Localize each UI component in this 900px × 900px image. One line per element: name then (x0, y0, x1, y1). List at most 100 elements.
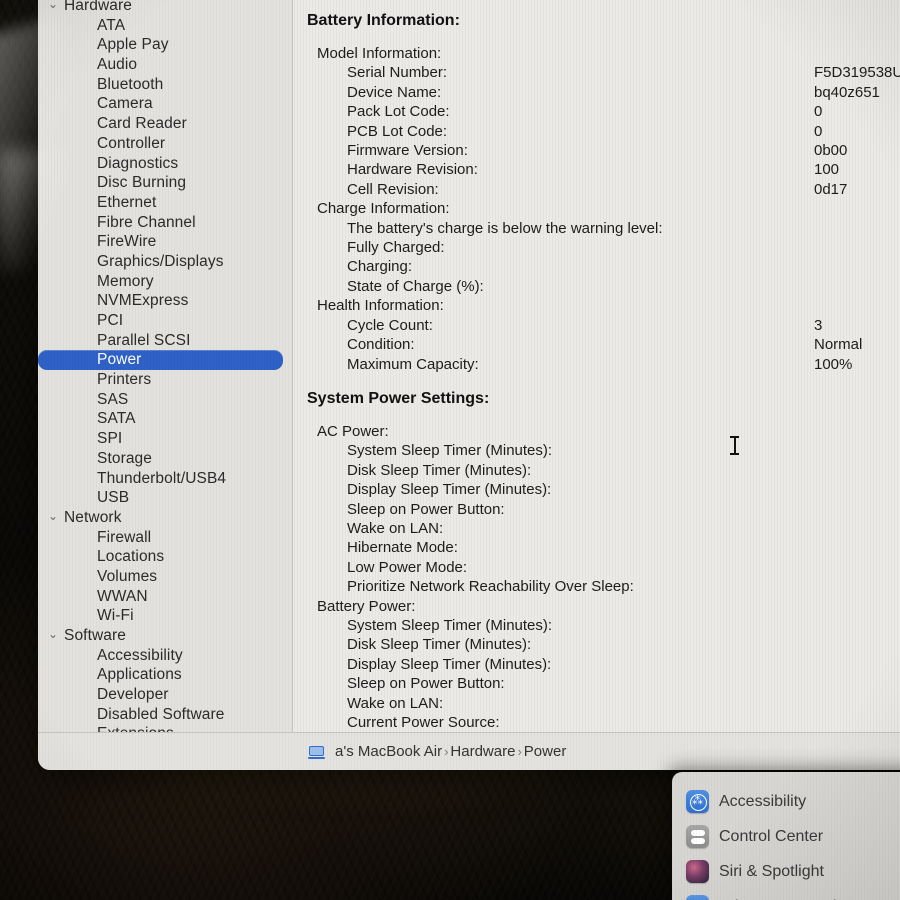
settings-item-label: Siri & Spotlight (719, 862, 824, 880)
info-value: 0b00 (814, 142, 848, 160)
sidebar-item-firewall[interactable]: Firewall (38, 528, 293, 548)
info-key: Sleep on Power Button: (347, 500, 505, 518)
info-row: Serial Number: F5D319538UT1LPF62 (317, 63, 900, 82)
sidebar-item-memory[interactable]: Memory (38, 272, 293, 292)
sidebar-item-printers[interactable]: Printers (38, 370, 293, 390)
sidebar-item-developer[interactable]: Developer (38, 685, 293, 705)
sidebar-item-power[interactable]: Power (38, 350, 283, 371)
chevron-down-icon[interactable]: ⌄ (48, 625, 64, 645)
sidebar-item-disabled-software[interactable]: Disabled Software (38, 705, 293, 725)
sidebar-item-applications[interactable]: Applications (38, 665, 293, 685)
sidebar-item-volumes[interactable]: Volumes (38, 567, 293, 587)
sidebar-item-pci[interactable]: PCI (38, 311, 293, 331)
info-key: Display Sleep Timer (Minutes): (347, 655, 552, 673)
breadcrumb-separator: › (517, 744, 522, 759)
info-row: Display Sleep Timer (Minutes):10 (317, 480, 900, 499)
sidebar-item-hardware[interactable]: ⌄ Hardware (38, 0, 293, 16)
sidebar-item-disc-burning[interactable]: Disc Burning (38, 173, 293, 193)
info-key: Current Power Source: (347, 714, 500, 731)
info-value: 100 (814, 161, 840, 179)
sidebar-item-label: Controller (97, 134, 166, 152)
sidebar-item-locations[interactable]: Locations (38, 547, 293, 567)
sidebar-item-software[interactable]: ⌄ Software (38, 626, 293, 646)
sidebar-item-label: Extensions (48, 724, 174, 732)
sidebar-item-label: Card Reader (97, 115, 187, 133)
info-group-heading: Model Information: (317, 45, 442, 62)
breadcrumb-item[interactable]: a's MacBook Air (335, 743, 442, 760)
sidebar-item-accessibility[interactable]: Accessibility (38, 646, 293, 666)
sidebar-item-bluetooth[interactable]: Bluetooth (38, 75, 293, 95)
settings-item-privacy-security[interactable]: Privacy & Security (686, 889, 900, 900)
sidebar-item-label: Camera (97, 95, 153, 113)
system-information-window: ⌄ Hardware ATA Apple Pay Audio Bluetooth Camer… (38, 0, 900, 770)
sidebar-item-controller[interactable]: Controller (38, 134, 293, 154)
sidebar-item-thunderbolt-usb4[interactable]: Thunderbolt/USB4 (38, 469, 293, 489)
info-row: Sleep on Power Button:Yes (317, 500, 900, 519)
sidebar-item-camera[interactable]: Camera (38, 94, 293, 114)
sidebar-item-nvmexpress[interactable]: NVMExpress (38, 291, 293, 311)
info-group: Charge Information: The battery's charge … (293, 199, 900, 296)
info-key: Prioritize Network Reachability Over Sle… (347, 578, 634, 596)
sidebar-item-wi-fi[interactable]: Wi-Fi (38, 606, 293, 626)
sidebar-item-card-reader[interactable]: Card Reader (38, 114, 293, 134)
info-value: 0d17 (814, 180, 848, 198)
breadcrumb-items[interactable]: a's MacBook Air › Hardware › Power (335, 743, 566, 760)
accessibility-icon (686, 790, 709, 813)
sidebar-item-label: Applications (97, 666, 182, 684)
info-key: Disk Sleep Timer (Minutes): (347, 636, 532, 654)
sidebar-item-spi[interactable]: SPI (38, 429, 293, 449)
info-row: State of Charge (%):52 (317, 277, 900, 296)
sidebar-item-graphics-displays[interactable]: Graphics/Displays (38, 252, 293, 272)
sidebar-item-label: Power (97, 351, 142, 369)
sidebar-item-label: Apple Pay (97, 36, 169, 54)
info-row: Hardware Revision: 100 (317, 160, 900, 179)
breadcrumb-item[interactable]: Hardware (450, 743, 515, 760)
info-row: Disk Sleep Timer (Minutes):10 (317, 635, 900, 654)
info-key: Cell Revision: (347, 180, 439, 198)
window-body: ⌄ Hardware ATA Apple Pay Audio Bluetooth Camer… (38, 0, 900, 732)
info-key: Hibernate Mode: (347, 539, 458, 557)
sidebar-item-audio[interactable]: Audio (38, 55, 293, 75)
privacy-icon (686, 895, 709, 900)
info-key: Display Sleep Timer (Minutes): (347, 481, 552, 499)
info-key: Hardware Revision: (347, 161, 478, 179)
sidebar-item-firewire[interactable]: FireWire (38, 232, 293, 252)
sidebar-item-extensions[interactable]: Extensions (38, 724, 293, 732)
sidebar-item-wwan[interactable]: WWAN (38, 587, 293, 607)
info-row: Hibernate Mode:3 (317, 538, 900, 557)
sidebar-item-fibre-channel[interactable]: Fibre Channel (38, 213, 293, 233)
sidebar-item-label: Developer (97, 686, 169, 704)
sidebar-item-apple-pay[interactable]: Apple Pay (38, 35, 293, 55)
system-settings-sidebar[interactable]: Accessibility Control Center Siri & Spotli… (686, 784, 900, 900)
chevron-down-icon[interactable]: ⌄ (48, 0, 64, 15)
breadcrumb[interactable]: a's MacBook Air › Hardware › Power (38, 732, 900, 770)
sidebar-item-network[interactable]: ⌄ Network (38, 508, 293, 528)
sidebar-item-label: Accessibility (97, 646, 183, 664)
sidebar-item-diagnostics[interactable]: Diagnostics (38, 154, 293, 174)
chevron-down-icon[interactable]: ⌄ (48, 507, 64, 527)
settings-item-accessibility[interactable]: Accessibility (686, 784, 900, 819)
settings-item-siri-spotlight[interactable]: Siri & Spotlight (686, 854, 900, 889)
info-group-heading: AC Power: (317, 422, 389, 440)
sidebar-item-label: Network (64, 508, 122, 526)
info-row: Cell Revision: 0d17 (317, 180, 900, 199)
info-key: State of Charge (%): (347, 277, 484, 295)
sidebar-item-storage[interactable]: Storage (38, 449, 293, 469)
settings-item-control-center[interactable]: Control Center (686, 819, 900, 854)
info-key: Maximum Capacity: (347, 355, 479, 373)
info-group-heading: Battery Power: (317, 597, 416, 615)
sidebar-item-label: Disc Burning (97, 174, 187, 192)
sidebar-item-ata[interactable]: ATA (38, 16, 293, 36)
sidebar-item-parallel-scsi[interactable]: Parallel SCSI (38, 331, 293, 351)
breadcrumb-item[interactable]: Power (524, 743, 567, 760)
sidebar[interactable]: ⌄ Hardware ATA Apple Pay Audio Bluetooth Camer… (38, 0, 293, 732)
sidebar-item-label: USB (97, 489, 130, 507)
sidebar-item-sata[interactable]: SATA (38, 409, 293, 429)
sidebar-item-usb[interactable]: USB (38, 488, 293, 508)
sidebar-item-sas[interactable]: SAS (38, 390, 293, 410)
info-value: bq40z651 (814, 83, 880, 101)
content-pane: Battery Information: Model Information: S… (293, 0, 900, 732)
sidebar-item-label: Hardware (64, 0, 132, 14)
sidebar-item-ethernet[interactable]: Ethernet (38, 193, 293, 213)
info-group: Model Information: Serial Number: F5D31953… (293, 44, 900, 199)
